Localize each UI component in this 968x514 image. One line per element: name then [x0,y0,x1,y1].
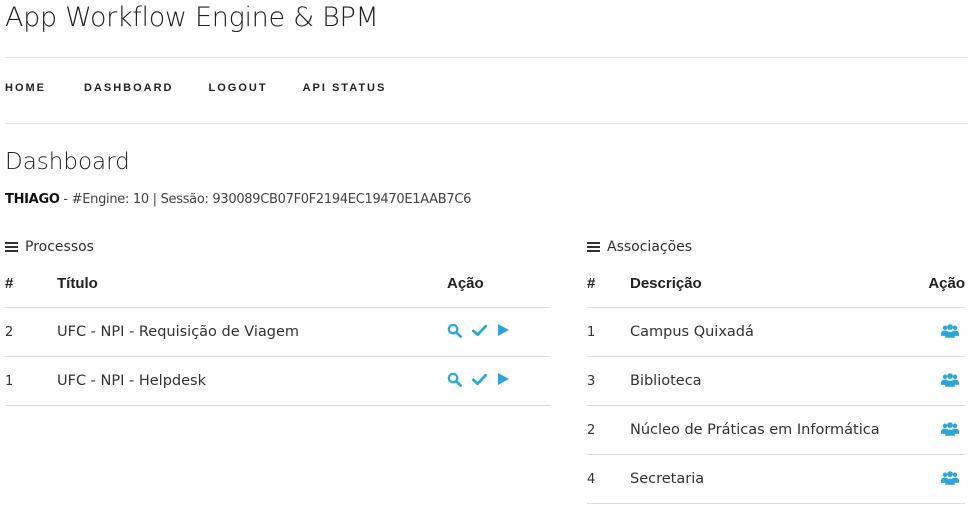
association-id: 2 [587,405,630,455]
association-actions [924,356,965,406]
search-icon[interactable] [447,323,462,342]
processos-table: # Título Ação 2 UFC - NPI - Requisição de… [5,259,550,406]
action-group [447,372,510,391]
association-id: 3 [587,356,630,406]
table-row: 1 Campus Quixadá [587,307,965,357]
nav-logout-link[interactable]: LOGOUT [209,82,268,94]
process-actions [447,307,550,357]
process-id: 1 [5,356,57,406]
table-header-row: # Descrição Ação [587,259,965,308]
table-row: 2 UFC - NPI - Requisição de Viagem [5,307,550,357]
table-row: 1 UFC - NPI - Helpdesk [5,356,550,406]
table-header-row: # Título Ação [5,259,550,308]
processos-heading-label: Processos [25,239,94,255]
nav-divider [5,123,968,124]
nav-api-status-link[interactable]: API STATUS [303,82,387,94]
associacoes-table: # Descrição Ação 1 Campus Quixadá 3 Bibliot… [587,259,965,504]
session-details: - #Engine: 10 | Sessão: 930089CB07F0F219… [59,192,472,207]
action-group [447,323,510,342]
nav-home-link[interactable]: HOME [5,82,46,94]
user-name: THIAGO [5,192,60,207]
header-divider [5,57,968,58]
association-actions [924,454,965,504]
column-header-acao: Ação [924,259,965,308]
main-nav: HOME DASHBOARD LOGOUT API STATUS [5,82,386,94]
column-header-id: # [5,259,57,308]
association-actions [924,307,965,357]
association-description: Campus Quixadá [630,307,924,357]
association-actions [924,405,965,455]
list-icon [587,242,600,252]
associacoes-heading-label: Associações [607,239,693,255]
process-id: 2 [5,307,57,357]
table-row: 4 Secretaria [587,454,965,504]
play-icon[interactable] [497,323,510,341]
table-row: 3 Biblioteca [587,356,965,406]
association-description: Núcleo de Práticas em Informática [630,405,924,455]
association-id: 1 [587,307,630,357]
process-title: UFC - NPI - Requisição de Viagem [57,307,447,357]
page-title: Dashboard [5,149,130,175]
users-icon[interactable] [941,470,959,489]
column-header-id: # [587,259,630,308]
session-info: THIAGO - #Engine: 10 | Sessão: 930089CB0… [5,192,471,207]
process-title: UFC - NPI - Helpdesk [57,356,447,406]
users-icon[interactable] [941,421,959,440]
check-icon[interactable] [472,324,487,341]
column-header-descricao: Descrição [630,259,924,308]
search-icon[interactable] [447,372,462,391]
association-description: Biblioteca [630,356,924,406]
column-header-acao: Ação [447,259,550,308]
app-title: App Workflow Engine & BPM [5,2,379,33]
play-icon[interactable] [497,372,510,390]
association-id: 4 [587,454,630,504]
column-header-titulo: Título [57,259,447,308]
nav-dashboard-link[interactable]: DASHBOARD [84,82,174,94]
check-icon[interactable] [472,373,487,390]
association-description: Secretaria [630,454,924,504]
list-icon [5,242,18,252]
table-row: 2 Núcleo de Práticas em Informática [587,405,965,455]
processos-heading: Processos [5,239,94,255]
users-icon[interactable] [941,323,959,342]
associacoes-heading: Associações [587,239,692,255]
users-icon[interactable] [941,372,959,391]
process-actions [447,356,550,406]
